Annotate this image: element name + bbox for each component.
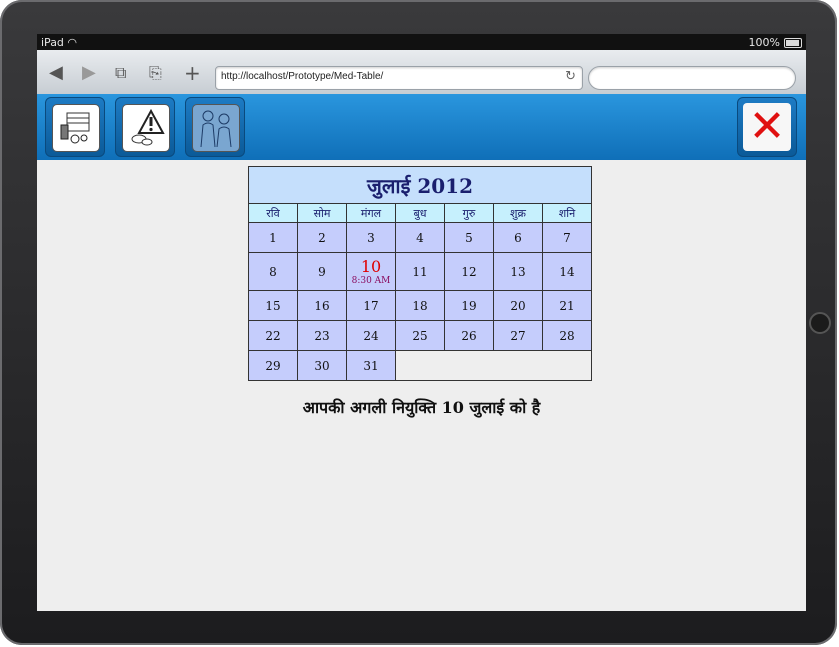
calendar-day[interactable]: 18 [395, 290, 445, 321]
battery-percent: 100% [748, 36, 780, 49]
app-toolbar: ✕ [37, 94, 806, 160]
calendar-day[interactable]: 12 [444, 252, 494, 291]
url-field[interactable]: http://localhost/Prototype/Med-Table/ ↻ [215, 66, 583, 90]
empty-cell [395, 350, 592, 381]
doctor-patient-icon [192, 104, 240, 152]
close-icon: ✕ [743, 103, 791, 151]
calendar-day[interactable]: 13 [493, 252, 543, 291]
calendar-week: 22 23 24 25 26 27 28 [248, 320, 592, 351]
weekday-label: बुध [395, 203, 445, 223]
doctor-patient-button[interactable] [185, 97, 245, 157]
next-appointment-message: आपकी अगली नियुक्ति 10 जुलाई को है [302, 398, 541, 417]
calendar-day[interactable]: 29 [248, 350, 298, 381]
url-text: http://localhost/Prototype/Med-Table/ [221, 71, 384, 82]
weekday-label: शनि [542, 203, 592, 223]
calendar-day[interactable]: 14 [542, 252, 592, 291]
calendar-week: 15 16 17 18 19 20 21 [248, 290, 592, 321]
calendar-day[interactable]: 16 [297, 290, 347, 321]
calendar: जुलाई 2012 रवि सोम मंगल बुध गुरु शुक्र श… [248, 166, 592, 381]
calendar-day[interactable]: 28 [542, 320, 592, 351]
calendar-day[interactable]: 26 [444, 320, 494, 351]
page-content: ✕ जुलाई 2012 रवि सोम मंगल बुध गुरु शुक्र… [37, 94, 806, 611]
appointment-day[interactable]: 10 8:30 AM [346, 252, 396, 291]
calendar-day[interactable]: 27 [493, 320, 543, 351]
back-icon[interactable]: ◀ [49, 64, 63, 82]
search-field[interactable] [588, 66, 796, 90]
calendar-day[interactable]: 22 [248, 320, 298, 351]
add-icon[interactable]: + [184, 63, 201, 83]
calendar-day[interactable]: 31 [346, 350, 396, 381]
calendar-day[interactable]: 2 [297, 222, 347, 253]
calendar-day[interactable]: 3 [346, 222, 396, 253]
forward-icon[interactable]: ▶ [82, 64, 96, 82]
calendar-day[interactable]: 21 [542, 290, 592, 321]
tabs-icon[interactable]: ⧉ [115, 64, 126, 82]
calendar-day[interactable]: 9 [297, 252, 347, 291]
medicine-table-icon [52, 104, 100, 152]
calendar-week: 8 9 10 8:30 AM 11 12 13 14 [248, 252, 592, 291]
close-button[interactable]: ✕ [737, 97, 797, 157]
calendar-week: 1 2 3 4 5 6 7 [248, 222, 592, 253]
weekday-header: रवि सोम मंगल बुध गुरु शुक्र शनि [248, 203, 592, 223]
weekday-label: रवि [248, 203, 298, 223]
calendar-day[interactable]: 24 [346, 320, 396, 351]
weekday-label: शुक्र [493, 203, 543, 223]
calendar-title: जुलाई 2012 [248, 166, 592, 204]
calendar-day[interactable]: 23 [297, 320, 347, 351]
weekday-label: गुरु [444, 203, 494, 223]
weekday-label: मंगल [346, 203, 396, 223]
calendar-day[interactable]: 15 [248, 290, 298, 321]
bookmarks-icon[interactable]: ⎘ [149, 64, 162, 82]
calendar-day[interactable]: 30 [297, 350, 347, 381]
calendar-day[interactable]: 4 [395, 222, 445, 253]
calendar-day[interactable]: 17 [346, 290, 396, 321]
reload-icon[interactable]: ↻ [565, 69, 576, 84]
calendar-day[interactable]: 19 [444, 290, 494, 321]
calendar-day[interactable]: 1 [248, 222, 298, 253]
calendar-day[interactable]: 6 [493, 222, 543, 253]
battery-icon [784, 37, 802, 48]
ipad-frame: iPad ◠ 100% ◀ ▶ ⧉ ⎘ + http://localhost/P… [0, 0, 837, 645]
calendar-day[interactable]: 25 [395, 320, 445, 351]
weekday-label: सोम [297, 203, 347, 223]
calendar-day[interactable]: 20 [493, 290, 543, 321]
appointment-time: 8:30 AM [351, 275, 391, 286]
calendar-day[interactable]: 7 [542, 222, 592, 253]
calendar-day[interactable]: 11 [395, 252, 445, 291]
calendar-day[interactable]: 8 [248, 252, 298, 291]
home-button[interactable] [809, 312, 831, 334]
appointment-day-number: 10 [360, 256, 382, 276]
status-bar: iPad ◠ 100% [37, 34, 806, 50]
calendar-day[interactable]: 5 [444, 222, 494, 253]
warning-button[interactable] [115, 97, 175, 157]
medicine-table-button[interactable] [45, 97, 105, 157]
wifi-icon: ◠ [67, 36, 78, 49]
device-name: iPad [41, 36, 64, 49]
calendar-week: 29 30 31 [248, 350, 592, 381]
browser-toolbar: ◀ ▶ ⧉ ⎘ + http://localhost/Prototype/Med… [37, 50, 806, 95]
warning-icon [122, 104, 170, 152]
